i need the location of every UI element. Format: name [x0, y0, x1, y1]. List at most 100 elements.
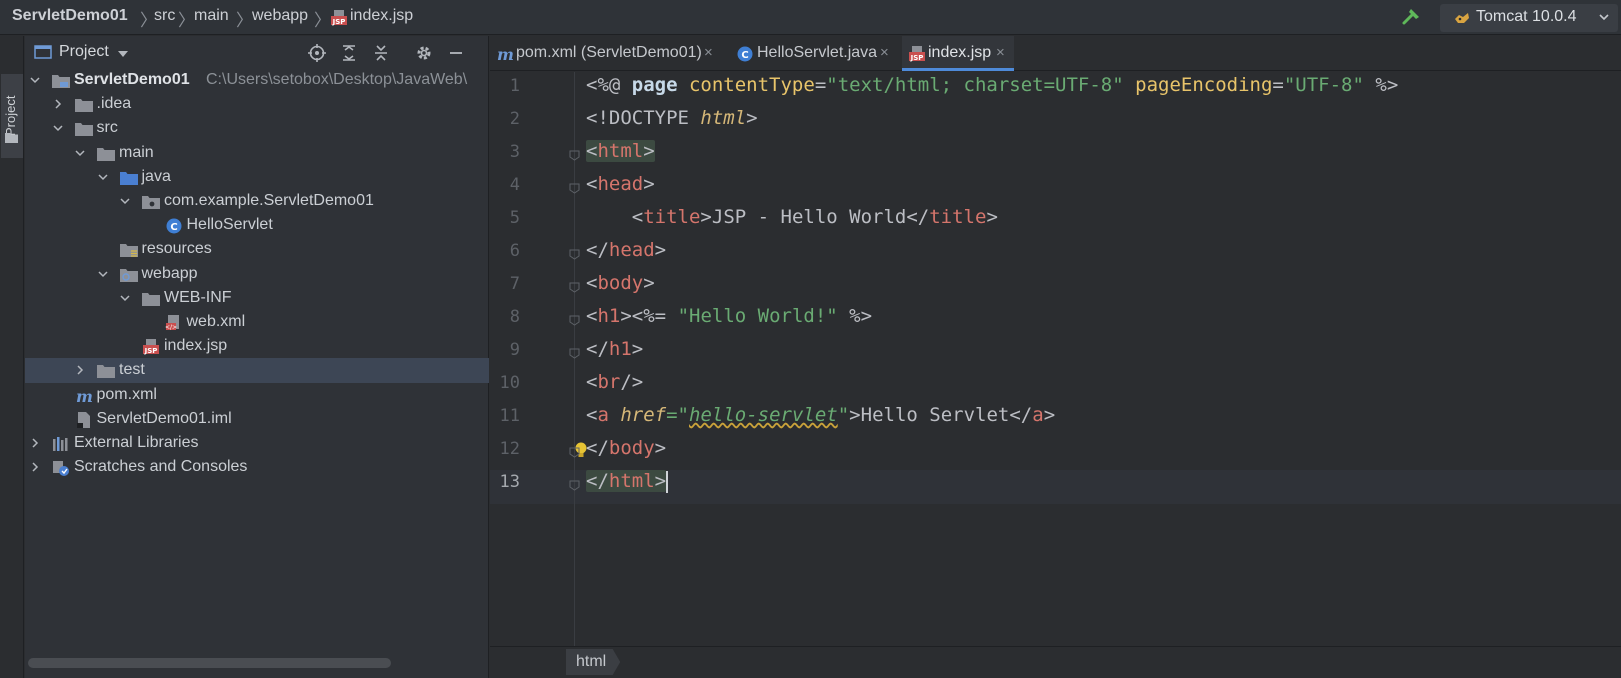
- tree-item[interactable]: main: [25, 141, 489, 166]
- maven-icon: m: [497, 46, 514, 62]
- tree-item-label: web.xml: [186, 313, 246, 330]
- tree-item[interactable]: ServletDemo01.iml: [25, 407, 489, 432]
- resources-folder-icon: [119, 242, 138, 258]
- tree-item[interactable]: com.example.ServletDemo01: [25, 189, 489, 214]
- crumb-separator-icon: 〉: [314, 11, 331, 30]
- breadcrumb-html-tag[interactable]: html: [566, 649, 621, 675]
- horizontal-scrollbar[interactable]: [28, 658, 391, 668]
- tree-item-path: C:\Users\setobox\Desktop\JavaWeb\: [206, 71, 468, 88]
- tab-index-jsp[interactable]: JSP index.jsp ×: [902, 36, 1014, 71]
- tree-item[interactable]: Scratches and Consoles: [25, 455, 489, 480]
- tree-item[interactable]: JSP index.jsp: [25, 334, 489, 359]
- code-line-6: </head>: [586, 239, 667, 261]
- expand-all-icon[interactable]: [340, 44, 358, 62]
- tree-item[interactable]: m pom.xml: [25, 383, 489, 408]
- crumb-src[interactable]: src: [154, 7, 175, 25]
- code-line-4: <head>: [586, 173, 655, 195]
- tree-item[interactable]: C HelloServlet: [25, 213, 489, 238]
- tree-item[interactable]: ServletDemo01 C:\Users\setobox\Desktop\Ja…: [25, 68, 489, 93]
- line-number: 12: [499, 439, 520, 459]
- build-hammer-icon[interactable]: [1401, 5, 1423, 27]
- tree-item-label: HelloServlet: [186, 216, 273, 234]
- fold-marker-icon[interactable]: [569, 249, 580, 260]
- chevron-down-icon: [1599, 14, 1609, 21]
- crumb-webapp[interactable]: webapp: [252, 7, 308, 25]
- close-icon[interactable]: ×: [880, 44, 889, 61]
- svg-text:JSP: JSP: [910, 54, 924, 62]
- gear-icon[interactable]: [415, 44, 433, 62]
- line-number-gutter: 1 2 3 4 5 6 7 8 9 10 11 12 13: [490, 72, 574, 678]
- chevron-down-icon[interactable]: [30, 75, 40, 85]
- tree-item[interactable]: </> web.xml: [25, 310, 489, 335]
- line-number: 11: [499, 406, 520, 426]
- svg-text:m: m: [76, 388, 93, 404]
- tab-label: pom.xml (ServletDemo01): [516, 44, 702, 61]
- chevron-down-icon[interactable]: [117, 49, 129, 59]
- chevron-down-icon[interactable]: [52, 123, 63, 133]
- chevron-right-icon[interactable]: [30, 462, 40, 472]
- tree-item[interactable]: WEB-INF: [25, 286, 489, 311]
- libraries-icon: [52, 436, 70, 452]
- tree-item-label: External Libraries: [74, 434, 199, 451]
- fold-marker-icon[interactable]: [569, 282, 580, 293]
- tree-item-label: main: [119, 143, 154, 161]
- minimize-icon[interactable]: [447, 44, 465, 62]
- tree-item[interactable]: src: [25, 116, 489, 141]
- collapse-all-icon[interactable]: [372, 44, 390, 62]
- crumb-file[interactable]: index.jsp: [350, 7, 413, 25]
- tab-label: index.jsp: [928, 44, 992, 61]
- jsp-file-icon: JSP: [909, 46, 925, 62]
- line-number: 5: [509, 208, 520, 228]
- locate-target-icon[interactable]: [308, 44, 326, 62]
- chevron-down-icon[interactable]: [75, 148, 85, 158]
- tab-helloservlet-java[interactable]: C HelloServlet.java ×: [730, 36, 900, 71]
- code-line-7: <body>: [586, 272, 655, 294]
- chevron-right-icon[interactable]: [53, 99, 63, 109]
- fold-marker-icon[interactable]: [569, 150, 580, 161]
- fold-marker-icon[interactable]: [569, 315, 580, 326]
- line-number: 10: [499, 373, 520, 393]
- tree-item[interactable]: webapp: [25, 262, 489, 287]
- folder-icon: [74, 97, 93, 113]
- crumb-separator-icon: 〉: [178, 11, 195, 30]
- tree-item[interactable]: resources: [25, 237, 489, 262]
- tab-label: HelloServlet.java: [757, 44, 878, 61]
- tree-item-label: index.jsp: [164, 337, 228, 355]
- fold-marker-icon[interactable]: [569, 447, 580, 458]
- fold-marker-icon[interactable]: [569, 480, 580, 491]
- crumb-main[interactable]: main: [194, 7, 229, 25]
- fold-marker-icon[interactable]: [569, 348, 580, 359]
- folder-icon: [142, 291, 160, 307]
- chevron-down-icon[interactable]: [97, 269, 108, 279]
- xml-file-icon: </>: [164, 315, 183, 331]
- close-icon[interactable]: ×: [996, 44, 1005, 61]
- module-folder-icon: [52, 73, 70, 89]
- run-configuration-selector[interactable]: Tomcat 10.0.4: [1440, 4, 1618, 32]
- folder-icon: [74, 121, 93, 137]
- fold-marker-icon[interactable]: [569, 183, 580, 194]
- chevron-down-icon[interactable]: [97, 172, 108, 182]
- chevron-right-icon[interactable]: [30, 438, 40, 448]
- tree-item[interactable]: java: [25, 165, 489, 190]
- close-icon[interactable]: ×: [704, 44, 713, 61]
- chevron-down-icon[interactable]: [120, 196, 130, 206]
- jsp-file-icon: JSP: [331, 10, 347, 26]
- code-editor[interactable]: 1 2 3 4 5 6 7 8 9 10 11 12 13 <%@ page contentType="…: [490, 72, 1621, 678]
- code-line-9: </h1>: [586, 338, 644, 360]
- svg-text:JSP: JSP: [332, 18, 346, 26]
- chevron-down-icon[interactable]: [120, 293, 130, 303]
- tree-item[interactable]: test: [25, 358, 489, 384]
- crumb-project[interactable]: ServletDemo01: [12, 7, 128, 25]
- code-line-10: <br/>: [586, 371, 644, 393]
- tree-item[interactable]: .idea: [25, 92, 489, 117]
- java-class-icon: C: [165, 218, 183, 234]
- code-line-13: </html>: [586, 470, 669, 493]
- chevron-right-icon[interactable]: [75, 365, 85, 375]
- tab-pom-xml[interactable]: m pom.xml (ServletDemo01) ×: [490, 36, 728, 71]
- code-line-8: <h1><%= "Hello World!" %>: [586, 305, 873, 327]
- folder-icon: [97, 363, 115, 379]
- project-tool-window: Project ServletDemo01 C:\Users\setobox\De…: [25, 36, 489, 678]
- tree-item[interactable]: External Libraries: [25, 431, 489, 456]
- project-view-title[interactable]: Project: [59, 43, 109, 61]
- svg-text:C: C: [170, 222, 177, 233]
